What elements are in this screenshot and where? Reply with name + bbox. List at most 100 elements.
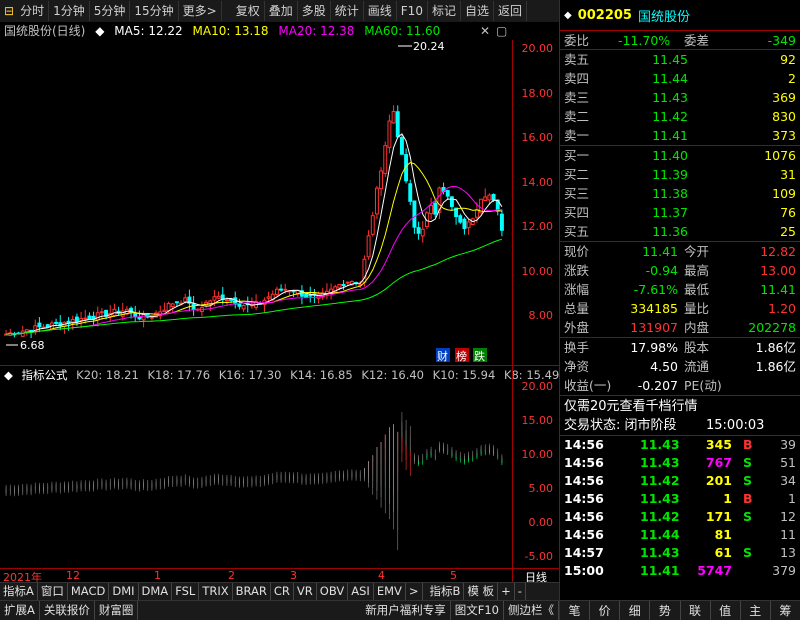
tab-fsl[interactable]: FSL bbox=[172, 583, 200, 600]
toolbar-zixuan[interactable]: 自选 bbox=[461, 0, 494, 21]
indicator-chart[interactable] bbox=[0, 383, 512, 568]
toolbar-diejia[interactable]: 叠加 bbox=[265, 0, 298, 21]
panel-tab-2[interactable]: 细 bbox=[620, 601, 651, 620]
tab-window[interactable]: 窗口 bbox=[38, 583, 68, 600]
badge-die[interactable]: 跌 bbox=[474, 349, 485, 363]
tick-volume: 61 bbox=[714, 545, 732, 560]
tab-template[interactable]: 模 板 bbox=[464, 583, 499, 600]
tab-cr[interactable]: CR bbox=[271, 583, 294, 600]
toolbar-15min[interactable]: 15分钟 bbox=[130, 0, 179, 21]
tab-asi[interactable]: ASI bbox=[348, 583, 374, 600]
quote-label: 内盘 bbox=[684, 320, 710, 335]
date-month: 3 bbox=[290, 569, 297, 582]
weicha-label: 委差 bbox=[684, 33, 710, 48]
period-label[interactable]: 日线 bbox=[512, 568, 559, 584]
buy-row[interactable]: 买二 11.39 31 bbox=[560, 165, 800, 184]
zoom-in-button[interactable]: + bbox=[498, 583, 515, 600]
tick-list[interactable]: 14:56 11.43 345 B 39 14:56 11.43 767 S 51 14:56 11.… bbox=[560, 435, 800, 580]
ma60-label: MA60: 11.60 bbox=[364, 24, 441, 38]
toolbar-tongji[interactable]: 统计 bbox=[331, 0, 364, 21]
close-chart-icon[interactable]: ✕ bbox=[480, 22, 490, 40]
panel-tab-3[interactable]: 势 bbox=[650, 601, 681, 620]
tab-more[interactable]: > bbox=[406, 583, 423, 600]
buy-row[interactable]: 买一 11.40 1076 bbox=[560, 146, 800, 165]
menu-icon[interactable]: ⊟ bbox=[2, 1, 16, 21]
tab-dmi[interactable]: DMI bbox=[109, 583, 139, 600]
promo-text[interactable]: 仅需20元查看千档行情 bbox=[564, 396, 698, 417]
toolbar-fanhui[interactable]: 返回 bbox=[494, 0, 527, 21]
promo-row[interactable]: 仅需20元查看千档行情 bbox=[560, 395, 800, 416]
candle-body bbox=[212, 296, 217, 301]
candle-body bbox=[37, 322, 42, 328]
buy-row[interactable]: 买三 11.38 109 bbox=[560, 184, 800, 203]
candle-body bbox=[166, 303, 171, 312]
title-left-icon[interactable]: ◆ bbox=[564, 10, 572, 21]
toolbar-duogu[interactable]: 多股 bbox=[298, 0, 331, 21]
candle-body bbox=[462, 218, 467, 229]
sell-row[interactable]: 卖五 11.45 92 bbox=[560, 50, 800, 69]
new-user-promo-button[interactable]: 新用户福利专享 bbox=[361, 601, 451, 620]
kline-chart[interactable]: 20.24 6.68 财 榜 跌 bbox=[0, 40, 512, 365]
sell-row[interactable]: 卖一 11.41 373 bbox=[560, 126, 800, 145]
sell-row[interactable]: 卖三 11.43 369 bbox=[560, 88, 800, 107]
toolbar-5min[interactable]: 5分钟 bbox=[90, 0, 131, 21]
wealth-circle-button[interactable]: 财富圈 bbox=[95, 601, 139, 620]
tab-emv[interactable]: EMV bbox=[374, 583, 406, 600]
ma-settings-icon[interactable]: ◆ bbox=[95, 24, 104, 38]
panel-tab-4[interactable]: 联 bbox=[681, 601, 711, 620]
sell-row[interactable]: 卖四 11.44 2 bbox=[560, 69, 800, 88]
candle-body bbox=[412, 200, 417, 228]
panel-tab-6[interactable]: 主 bbox=[741, 601, 771, 620]
sell-label: 卖一 bbox=[564, 128, 590, 143]
toolbar-fenshi[interactable]: 分时 bbox=[16, 0, 50, 21]
tick-count: 1 bbox=[788, 491, 796, 506]
f10-graphic-button[interactable]: 图文F10 bbox=[451, 601, 504, 620]
tab-obv[interactable]: OBV bbox=[317, 583, 349, 600]
related-quote-button[interactable]: 关联报价 bbox=[40, 601, 95, 620]
tab-indicator-a[interactable]: 指标A bbox=[0, 583, 38, 600]
toolbar-more[interactable]: 更多> bbox=[179, 0, 222, 21]
indicator-title[interactable]: 指标公式 bbox=[22, 368, 68, 382]
buy-row[interactable]: 买五 11.36 25 bbox=[560, 222, 800, 241]
tab-macd[interactable]: MACD bbox=[68, 583, 110, 600]
toolbar-1min[interactable]: 1分钟 bbox=[49, 0, 90, 21]
sell-row[interactable]: 卖二 11.42 830 bbox=[560, 107, 800, 126]
toolbar-f10[interactable]: F10 bbox=[397, 0, 428, 21]
candle-body bbox=[229, 298, 234, 301]
tick-row: 14:56 11.43 1 B 1 bbox=[560, 490, 800, 508]
toolbar-biaoji[interactable]: 标记 bbox=[428, 0, 461, 21]
expand-a-button[interactable]: 扩展A bbox=[0, 601, 40, 620]
candle-body bbox=[379, 170, 384, 190]
toolbar-fuquan[interactable]: 复权 bbox=[232, 0, 265, 21]
buy-row[interactable]: 买四 11.37 76 bbox=[560, 203, 800, 222]
badge-bang[interactable]: 榜 bbox=[456, 349, 467, 363]
candle-body bbox=[483, 196, 488, 202]
indicator-settings-icon[interactable]: ◆ bbox=[4, 368, 13, 382]
expand-chart-icon[interactable]: ▢ bbox=[496, 22, 507, 40]
candle-body bbox=[383, 145, 388, 174]
tab-trix[interactable]: TRIX bbox=[199, 583, 233, 600]
buy-price: 11.39 bbox=[652, 167, 688, 182]
tab-vr[interactable]: VR bbox=[294, 583, 317, 600]
panel-tab-7[interactable]: 筹 bbox=[771, 601, 800, 620]
buy-volume: 76 bbox=[780, 205, 796, 220]
ma20-label: MA20: 12.38 bbox=[278, 24, 355, 38]
buy-label: 买二 bbox=[564, 167, 590, 182]
panel-tab-0[interactable]: 笔 bbox=[560, 601, 591, 620]
quote-row: 总量 334185 量比 1.20 bbox=[560, 299, 800, 318]
panel-tab-1[interactable]: 价 bbox=[590, 601, 621, 620]
tab-dma[interactable]: DMA bbox=[139, 583, 173, 600]
toolbar-huaxian[interactable]: 画线 bbox=[364, 0, 397, 21]
candle-body bbox=[274, 288, 279, 295]
badge-cai[interactable]: 财 bbox=[437, 349, 448, 363]
tick-volume: 345 bbox=[705, 437, 732, 452]
date-month: 4 bbox=[378, 569, 385, 582]
tick-count: 34 bbox=[780, 473, 796, 488]
tick-price: 11.43 bbox=[640, 491, 680, 506]
candle-body bbox=[162, 309, 167, 313]
zoom-out-button[interactable]: - bbox=[515, 583, 526, 600]
panel-tab-5[interactable]: 值 bbox=[711, 601, 741, 620]
sidebar-toggle-button[interactable]: 侧边栏《 bbox=[504, 601, 559, 620]
tab-indicator-b[interactable]: 指标B bbox=[427, 583, 465, 600]
tab-brar[interactable]: BRAR bbox=[233, 583, 271, 600]
